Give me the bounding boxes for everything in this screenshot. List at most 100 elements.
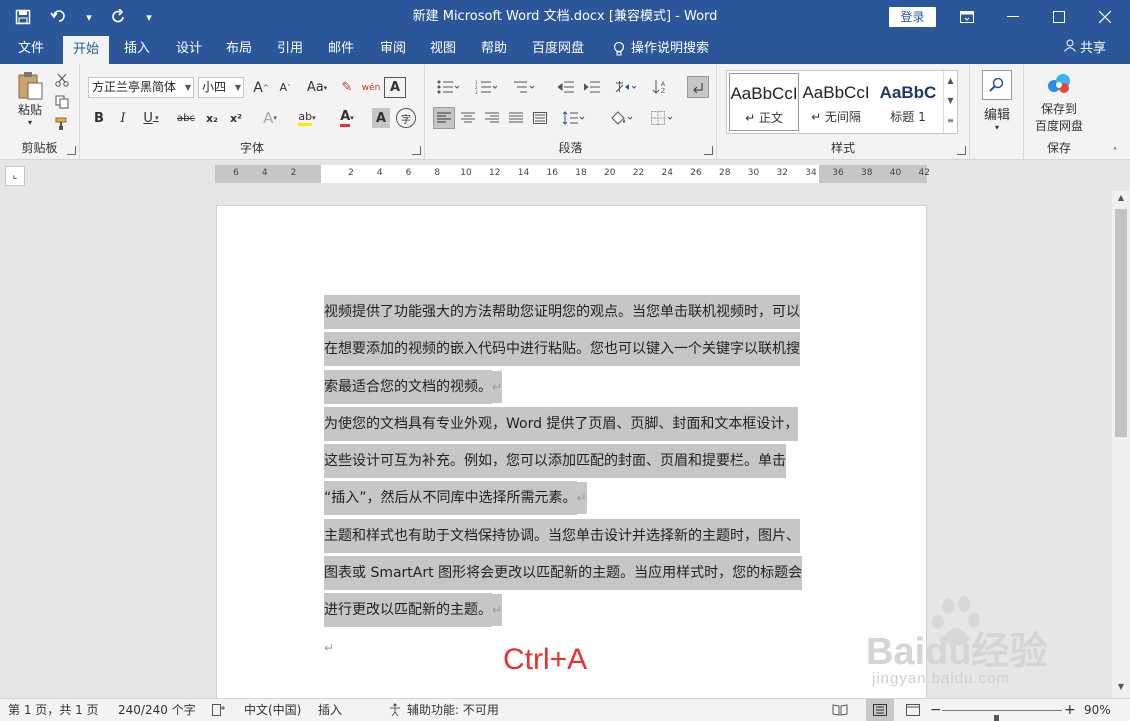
align-center-icon[interactable] bbox=[457, 107, 479, 129]
distributed-icon[interactable] bbox=[529, 107, 551, 129]
shrink-font-button[interactable]: Aˇ bbox=[274, 77, 296, 98]
selected-text[interactable]: 视频提供了功能强大的方法帮助您证明您的观点。当您单击联机视频时，可以 bbox=[324, 295, 800, 329]
tab-mailings[interactable]: 邮件 bbox=[318, 34, 364, 64]
increase-indent-icon[interactable] bbox=[581, 76, 603, 98]
vertical-scrollbar[interactable]: ▲ ▼ bbox=[1112, 191, 1130, 698]
character-border-icon[interactable]: A bbox=[384, 77, 406, 98]
page-count[interactable]: 第 1 页，共 1 页 bbox=[8, 699, 99, 721]
selected-text[interactable]: 这些设计可互为补充。例如，您可以添加匹配的封面、页眉和提要栏。单击 bbox=[324, 444, 786, 479]
redo-icon[interactable] bbox=[104, 2, 134, 32]
tab-selector[interactable]: ⌞ bbox=[5, 166, 25, 186]
clipboard-launcher-icon[interactable] bbox=[67, 146, 76, 155]
collapse-ribbon-icon[interactable]: ˄ bbox=[1108, 146, 1122, 158]
character-shading-button[interactable]: A bbox=[372, 108, 390, 128]
tab-references[interactable]: 引用 bbox=[267, 34, 313, 64]
document-line[interactable]: 这些设计可互为补充。例如，您可以添加匹配的封面、页眉和提要栏。单击 bbox=[324, 443, 814, 480]
document-line[interactable]: “插入”，然后从不同库中选择所需元素。↵ bbox=[324, 480, 814, 517]
document-line[interactable]: 索最适合您的文档的视频。↵ bbox=[324, 369, 814, 406]
borders-icon[interactable] bbox=[647, 107, 679, 129]
bullets-icon[interactable] bbox=[433, 76, 463, 98]
customize-qat-icon[interactable]: ▾ bbox=[140, 2, 158, 32]
font-color-button[interactable]: A ▾ bbox=[332, 108, 362, 128]
selected-text[interactable]: 在想要添加的视频的嵌入代码中进行粘贴。您也可以键入一个关键字以联机搜 bbox=[324, 332, 800, 367]
copy-icon[interactable] bbox=[52, 92, 72, 112]
phonetic-guide-icon[interactable]: wén bbox=[360, 77, 382, 98]
minimize-icon[interactable] bbox=[990, 0, 1036, 34]
close-icon[interactable] bbox=[1082, 0, 1128, 34]
scroll-down-icon[interactable]: ▼ bbox=[1112, 682, 1130, 696]
zoom-level[interactable]: 90% bbox=[1084, 699, 1111, 721]
subscript-button[interactable]: x₂ bbox=[202, 108, 222, 128]
bold-button[interactable]: B bbox=[90, 108, 108, 128]
scroll-up-icon[interactable]: ▲ bbox=[1112, 193, 1130, 207]
document-body[interactable]: 视频提供了功能强大的方法帮助您证明您的观点。当您单击联机视频时，可以 在想要添加的… bbox=[324, 294, 814, 667]
document-line[interactable]: 视频提供了功能强大的方法帮助您证明您的观点。当您单击联机视频时，可以 bbox=[324, 294, 814, 331]
line-spacing-icon[interactable] bbox=[559, 107, 589, 129]
font-name-combo[interactable]: 方正兰亭黑简体 ▼ bbox=[88, 77, 194, 98]
grow-font-button[interactable]: A ^ bbox=[250, 77, 272, 98]
document-line[interactable]: 进行更改以匹配新的主题。↵ bbox=[324, 592, 814, 629]
tab-file[interactable]: 文件 bbox=[8, 34, 54, 64]
paste-dropdown-icon[interactable]: ▾ bbox=[28, 118, 32, 127]
highlight-button[interactable]: ab ▾ bbox=[292, 108, 322, 128]
text-effects-button[interactable]: A ▾ bbox=[256, 108, 284, 128]
tab-design[interactable]: 设计 bbox=[166, 34, 212, 64]
strikethrough-button[interactable]: abc bbox=[174, 108, 198, 128]
cut-icon[interactable] bbox=[52, 70, 72, 90]
selected-text[interactable]: “插入”，然后从不同库中选择所需元素。 bbox=[324, 481, 577, 516]
selected-text[interactable]: 图表或 SmartArt 图形将会更改以匹配新的主题。当应用样式时，您的标题会 bbox=[324, 556, 803, 591]
zoom-in-icon[interactable]: + bbox=[1064, 699, 1076, 721]
clear-formatting-icon[interactable]: ✎ bbox=[336, 77, 358, 98]
multilevel-list-icon[interactable] bbox=[509, 76, 539, 98]
undo-dropdown-icon[interactable]: ▾ bbox=[80, 2, 98, 32]
document-canvas[interactable]: 视频提供了功能强大的方法帮助您证明您的观点。当您单击联机视频时，可以 在想要添加的… bbox=[0, 191, 1112, 698]
proofing-icon[interactable] bbox=[212, 699, 226, 721]
shading-icon[interactable] bbox=[605, 107, 637, 129]
tab-view[interactable]: 视图 bbox=[420, 34, 466, 64]
chinese-layout-icon[interactable] bbox=[611, 76, 641, 98]
enclose-characters-button[interactable]: 字 bbox=[396, 108, 416, 128]
decrease-indent-icon[interactable] bbox=[555, 76, 577, 98]
tell-me-search[interactable]: 操作说明搜索 bbox=[603, 34, 719, 64]
show-paragraph-marks-icon[interactable] bbox=[687, 76, 709, 98]
style-normal[interactable]: AaBbCcI ↵ 正文 bbox=[729, 73, 799, 131]
print-layout-icon[interactable] bbox=[866, 699, 894, 721]
save-icon[interactable] bbox=[8, 2, 38, 32]
ribbon-display-options-icon[interactable] bbox=[944, 0, 990, 34]
selected-text[interactable]: 为使您的文档具有专业外观，Word 提供了页眉、页脚、封面和文本框设计， bbox=[324, 406, 799, 441]
save-to-baidu-button[interactable]: 保存到 百度网盘 bbox=[1028, 70, 1090, 136]
tab-insert[interactable]: 插入 bbox=[114, 34, 160, 64]
horizontal-ruler[interactable]: 6 4 2 2 4 6 8 10 12 14 16 18 20 22 24 26 28 30 32 34 36 38 40 4… bbox=[215, 165, 930, 183]
insert-mode[interactable]: 插入 bbox=[318, 699, 342, 721]
italic-button[interactable]: I bbox=[114, 108, 132, 128]
paste-button[interactable]: 粘贴 ▾ bbox=[12, 70, 48, 128]
document-line[interactable]: 为使您的文档具有专业外观，Word 提供了页眉、页脚、封面和文本框设计， bbox=[324, 406, 814, 443]
selected-text[interactable]: 索最适合您的文档的视频。 bbox=[324, 369, 492, 404]
format-painter-icon[interactable] bbox=[52, 114, 72, 134]
share-button[interactable]: 共享 bbox=[1063, 34, 1106, 64]
zoom-slider[interactable] bbox=[942, 710, 1062, 721]
tab-review[interactable]: 审阅 bbox=[370, 34, 416, 64]
maximize-icon[interactable] bbox=[1036, 0, 1082, 34]
chevron-up-icon[interactable]: ▲ bbox=[944, 71, 957, 91]
document-line[interactable]: 图表或 SmartArt 图形将会更改以匹配新的主题。当应用样式时，您的标题会 bbox=[324, 555, 814, 592]
align-left-icon[interactable] bbox=[433, 107, 455, 129]
selected-text[interactable]: 进行更改以匹配新的主题。 bbox=[324, 593, 492, 628]
document-page[interactable]: 视频提供了功能强大的方法帮助您证明您的观点。当您单击联机视频时，可以 在想要添加的… bbox=[216, 205, 927, 698]
tab-layout[interactable]: 布局 bbox=[216, 34, 262, 64]
sort-icon[interactable]: AZ bbox=[647, 76, 677, 98]
styles-launcher-icon[interactable] bbox=[957, 146, 966, 155]
document-line[interactable]: 主题和样式也有助于文档保持协调。当您单击设计并选择新的主题时，图片、 bbox=[324, 518, 814, 555]
superscript-button[interactable]: x² bbox=[226, 108, 246, 128]
login-button[interactable]: 登录 bbox=[889, 7, 936, 27]
read-mode-icon[interactable] bbox=[832, 699, 848, 721]
zoom-out-icon[interactable]: − bbox=[930, 699, 942, 721]
zoom-slider-thumb[interactable] bbox=[994, 715, 999, 721]
change-case-button[interactable]: Aa ▾ bbox=[302, 77, 332, 98]
underline-button[interactable]: U ▾ bbox=[138, 108, 164, 128]
tab-home[interactable]: 开始 bbox=[63, 36, 110, 64]
justify-icon[interactable] bbox=[505, 107, 527, 129]
tab-baidu-netdisk[interactable]: 百度网盘 bbox=[522, 34, 594, 64]
web-layout-icon[interactable] bbox=[906, 699, 920, 721]
tab-help[interactable]: 帮助 bbox=[471, 34, 517, 64]
